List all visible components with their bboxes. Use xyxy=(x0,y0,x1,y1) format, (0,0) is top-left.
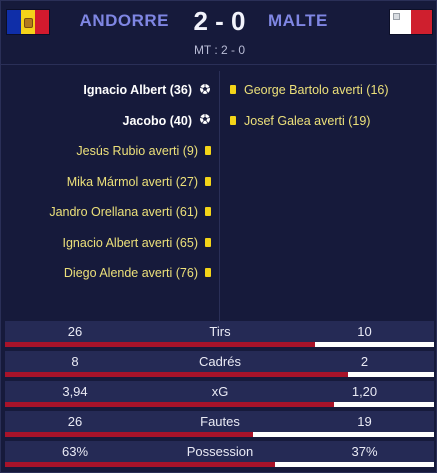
stat-away-value: 10 xyxy=(357,324,372,339)
soccer-ball-icon xyxy=(199,113,211,128)
stat-home-value: 63% xyxy=(61,444,89,459)
event-row: Diego Alende averti (76) xyxy=(1,258,219,289)
event-row: George Bartolo averti (16) xyxy=(220,75,437,106)
stat-home-value: 26 xyxy=(67,324,83,339)
stat-away-value: 37% xyxy=(351,444,378,459)
stat-label: Cadrés xyxy=(199,354,241,369)
booking-event-text[interactable]: Diego Alende averti (76) xyxy=(64,266,198,280)
event-row: Jacobo (40) xyxy=(1,106,219,137)
goal-event-text[interactable]: Jacobo (40) xyxy=(123,114,192,128)
home-events-column: Ignacio Albert (36) Jacobo (40) Jesús Rubi… xyxy=(1,75,219,289)
event-row: Ignacio Albert averti (65) xyxy=(1,228,219,259)
stat-label: Tirs xyxy=(209,324,231,339)
yellow-card-icon xyxy=(230,83,236,97)
stat-home-value: 26 xyxy=(67,414,83,429)
stat-home-value: 8 xyxy=(71,354,79,369)
match-stats: 26 Tirs 10 8 Cadrés 2 3,94 xG 1,20 26 Fautes 19 63% P… xyxy=(5,321,434,471)
event-row: Jandro Orellana averti (61) xyxy=(1,197,219,228)
half-time-score: MT : 2 - 0 xyxy=(193,43,246,57)
stat-row: 26 Tirs 10 xyxy=(5,321,434,347)
stat-comparison-bar xyxy=(5,402,434,407)
stat-home-bar-fill xyxy=(5,402,335,407)
stat-home-value: 3,94 xyxy=(62,384,88,399)
malta-flag-icon xyxy=(389,9,433,35)
stat-label: Fautes xyxy=(200,414,240,429)
yellow-card-icon xyxy=(205,266,211,280)
booking-event-text[interactable]: Jesús Rubio averti (9) xyxy=(76,144,198,158)
event-row: Josef Galea averti (19) xyxy=(220,106,437,137)
event-row: Ignacio Albert (36) xyxy=(1,75,219,106)
stat-away-value: 2 xyxy=(360,354,369,369)
booking-event-text[interactable]: George Bartolo averti (16) xyxy=(244,83,389,97)
match-summary-panel: ANDORRE 2 - 0 MALTE MT : 2 - 0 Ignacio A… xyxy=(0,0,437,473)
stat-away-value: 19 xyxy=(357,414,372,429)
stat-home-bar-fill xyxy=(5,432,253,437)
stat-row: 3,94 xG 1,20 xyxy=(5,381,434,407)
goal-event-text[interactable]: Ignacio Albert (36) xyxy=(83,83,192,97)
booking-event-text[interactable]: Jandro Orellana averti (61) xyxy=(49,205,198,219)
stat-home-bar-fill xyxy=(5,462,276,467)
stat-row: 26 Fautes 19 xyxy=(5,411,434,437)
yellow-card-icon xyxy=(205,205,211,219)
stat-label: Possession xyxy=(186,444,254,459)
match-header: ANDORRE 2 - 0 MALTE MT : 2 - 0 xyxy=(1,1,437,65)
yellow-card-icon xyxy=(205,236,211,250)
stat-comparison-bar xyxy=(5,342,434,347)
match-events: Ignacio Albert (36) Jacobo (40) Jesús Rubi… xyxy=(1,65,437,321)
score: 2 - 0 xyxy=(193,6,246,36)
yellow-card-icon xyxy=(205,175,211,189)
yellow-card-icon xyxy=(205,144,211,158)
event-row: Mika Mármol averti (27) xyxy=(1,167,219,198)
stat-comparison-bar xyxy=(5,432,434,437)
stat-comparison-bar xyxy=(5,462,434,467)
booking-event-text[interactable]: Ignacio Albert averti (65) xyxy=(63,236,199,250)
stat-row: 8 Cadrés 2 xyxy=(5,351,434,377)
yellow-card-icon xyxy=(230,114,236,128)
booking-event-text[interactable]: Mika Mármol averti (27) xyxy=(67,175,198,189)
event-row: Jesús Rubio averti (9) xyxy=(1,136,219,167)
stat-row: 63% Possession 37% xyxy=(5,441,434,467)
away-team-name[interactable]: MALTE xyxy=(268,11,328,31)
away-events-column: George Bartolo averti (16) Josef Galea av… xyxy=(220,75,437,136)
stat-home-bar-fill xyxy=(5,342,315,347)
stat-label: xG xyxy=(211,384,229,399)
soccer-ball-icon xyxy=(199,83,211,98)
stat-home-bar-fill xyxy=(5,372,349,377)
stat-comparison-bar xyxy=(5,372,434,377)
booking-event-text[interactable]: Josef Galea averti (19) xyxy=(244,114,370,128)
stat-away-value: 1,20 xyxy=(351,384,378,399)
